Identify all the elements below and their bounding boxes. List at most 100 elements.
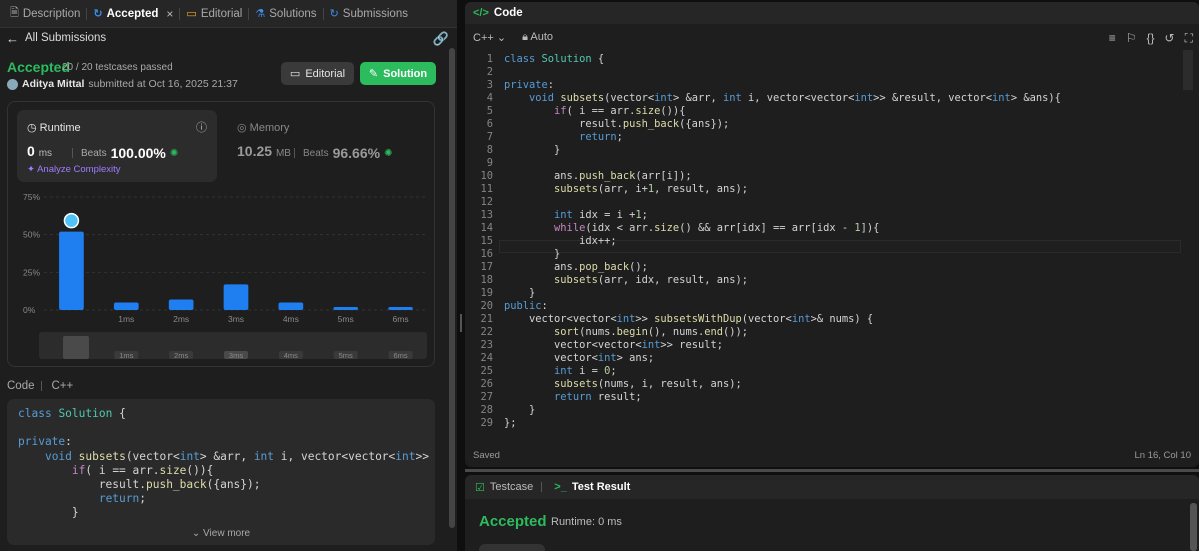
scrollbar-thumb[interactable] (1183, 50, 1193, 90)
line-code: void subsets(vector<int> &arr, int i, ve… (529, 92, 1061, 104)
code-editor[interactable]: 1 class Solution {2 3 private: 4 void subset… (465, 50, 1199, 445)
chart-bar[interactable] (113, 302, 139, 310)
panel-resize-bar[interactable] (465, 469, 1199, 472)
line-number: 26 (480, 378, 493, 390)
code-editor-panel: </> Code C++ ⌄ 🔒︎ Auto ≡ ⚐ {} ↺ ⛶ 1 class… (465, 2, 1199, 467)
line-number: 25 (480, 365, 493, 377)
line-number: 14 (480, 222, 493, 234)
edit-icon: ✎ (368, 68, 379, 80)
expand-icon[interactable]: ⛶ (1185, 31, 1193, 46)
tab-submissions[interactable]: ↻ Submissions (324, 0, 414, 28)
solution-button[interactable]: ✎ Solution (360, 62, 436, 85)
mini-tick-label: 2ms (174, 351, 188, 360)
line-code: if( i == arr.size()){ (554, 105, 686, 117)
line-number: 18 (480, 274, 493, 286)
line-code: vector<vector<int>> result; (504, 339, 723, 351)
line-code: ans.push_back(arr[i]); (504, 170, 692, 182)
line-number: 4 (486, 92, 493, 104)
submitted-code-preview: class Solution { private: void subsets(v… (7, 399, 435, 545)
line-number: 17 (480, 261, 493, 273)
line-code: result.push_back({ans}); (504, 118, 730, 130)
checkbox-icon: ☑ (475, 481, 485, 494)
line-code: }; (504, 417, 517, 429)
analyze-complexity-link[interactable]: ✦ Analyze Complexity (27, 164, 121, 175)
line-number: 8 (486, 144, 493, 156)
y-tick-label: 75% (23, 192, 40, 202)
runtime-box[interactable]: ◷ Runtime ⓘ 0 ms Beats 100.00% ✺ ✦ Analy… (17, 110, 217, 182)
tab-description[interactable]: 🗎 Description (4, 0, 86, 28)
scrollbar[interactable] (449, 48, 455, 528)
history-icon: ↻ (329, 8, 339, 20)
divider (541, 482, 543, 492)
line-number: 27 (480, 391, 493, 403)
view-more-button[interactable]: ⌄ View more (7, 528, 435, 539)
line-code: } (504, 287, 536, 299)
x-tick-label: 2ms (173, 314, 189, 324)
case-tab[interactable] (557, 546, 597, 551)
chart-bar[interactable] (388, 306, 413, 310)
chart-bar[interactable] (59, 231, 84, 310)
range-slider-handle[interactable] (63, 336, 89, 359)
cursor-position: Ln 16, Col 10 (1134, 450, 1191, 461)
memory-title[interactable]: ◎ Memory (237, 121, 289, 134)
tab-testcase[interactable]: ☑ Testcase (475, 481, 533, 494)
case-tab[interactable] (479, 544, 545, 551)
memory-beats: Beats 96.66% ✺ (294, 145, 392, 161)
chart-bar[interactable] (223, 284, 249, 310)
braces-icon[interactable]: {} (1147, 31, 1155, 46)
tab-test-result[interactable]: >_ Test Result (554, 481, 630, 493)
memory-value: 10.25 MB (237, 143, 291, 159)
avatar[interactable] (7, 78, 18, 90)
submitted-time: submitted at Oct 16, 2025 21:37 (88, 78, 238, 90)
link-icon[interactable]: 🔗 (433, 31, 449, 47)
line-number: 12 (480, 196, 493, 208)
editor-actions: ≡ ⚐ {} ↺ ⛶ (1109, 31, 1193, 46)
panel-splitter[interactable] (457, 0, 465, 551)
x-tick-label: 4ms (283, 314, 299, 324)
line-code: subsets(arr, idx, result, ans); (554, 274, 748, 286)
auto-mode-toggle[interactable]: 🔒︎ Auto (522, 31, 553, 44)
chart-bar[interactable] (168, 299, 194, 310)
result-runtime: Runtime: 0 ms (551, 516, 622, 528)
info-icon[interactable]: ⓘ (196, 119, 207, 135)
close-icon[interactable]: × (166, 7, 173, 21)
line-code: } (504, 248, 561, 260)
tab-solutions[interactable]: ⚗ Solutions (249, 0, 322, 28)
performance-card: ◷ Runtime ⓘ 0 ms Beats 100.00% ✺ ✦ Analy… (7, 101, 435, 367)
user-name[interactable]: Aditya Mittal (22, 78, 84, 90)
code-preview-text: class Solution { private: void subsets(v… (18, 407, 429, 520)
line-code: vector<int> ans; (504, 352, 655, 364)
mini-tick-label: 3ms (229, 351, 243, 360)
bookmark-icon[interactable]: ⚐ (1126, 31, 1137, 46)
chevron-down-icon: ⌄ (496, 31, 507, 44)
line-number: 20 (480, 300, 493, 312)
divider (294, 148, 295, 158)
chart-bar[interactable] (278, 302, 304, 310)
line-code: subsets(nums, i, result, ans); (554, 378, 742, 390)
tab-accepted[interactable]: ↻ Accepted × (87, 0, 179, 28)
reset-icon[interactable]: ↺ (1165, 31, 1175, 46)
runtime-title: ◷ Runtime (27, 122, 81, 134)
runtime-beats: Beats 100.00% ✺ (72, 145, 178, 161)
sparkle-icon: ✦ (27, 164, 35, 175)
scrollbar[interactable] (1190, 503, 1197, 551)
editorial-button-label: Editorial (305, 67, 346, 80)
line-number: 22 (480, 326, 493, 338)
chart-bar[interactable] (333, 306, 359, 310)
document-icon: 🗎 (10, 7, 19, 19)
x-tick-label: 5ms (338, 314, 354, 324)
editor-scrollbar[interactable] (1183, 50, 1193, 440)
y-tick-label: 0% (23, 305, 36, 315)
submission-status: Accepted (7, 59, 71, 75)
line-number: 2 (486, 66, 493, 78)
language-select[interactable]: C++ ⌄ (473, 31, 506, 44)
drag-handle[interactable] (460, 314, 462, 332)
back-to-submissions[interactable]: ← All Submissions 🔗 (0, 28, 457, 48)
format-icon[interactable]: ≡ (1109, 31, 1116, 46)
line-code: subsets(arr, i+1, result, ans); (554, 183, 748, 195)
line-number: 5 (486, 105, 493, 117)
editorial-button[interactable]: ▭ Editorial (281, 62, 354, 85)
mini-tick-label: 1ms (119, 351, 133, 360)
divider (40, 381, 42, 391)
tab-editorial[interactable]: ▭ Editorial (180, 0, 248, 28)
